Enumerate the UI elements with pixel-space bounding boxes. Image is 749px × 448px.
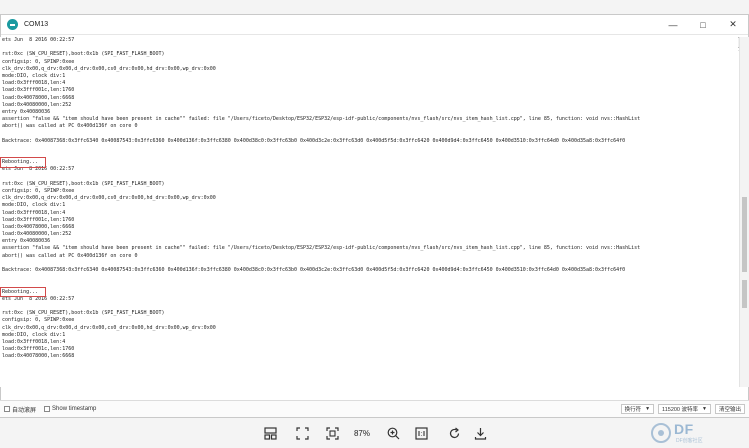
output-line: Backtrace: 0x40087368:0x3ffc6340 0x40087… (2, 137, 626, 144)
reboot-highlight-box (0, 287, 46, 298)
line-ending-value: 换行符 (624, 407, 642, 413)
baud-rate-select[interactable]: 115200 波特率 ▼ (658, 404, 711, 414)
output-line: rst:0xc (SW_CPU_RESET),boot:0x1b (SPI_FA… (2, 310, 165, 317)
output-line: ets Jun 8 2016 00:22:57 (2, 166, 75, 173)
checkbox-icon (44, 406, 51, 412)
window-title: COM13 (24, 21, 49, 28)
output-line: load:0x40078000,len:6668 (2, 223, 75, 230)
watermark-logo: DF DF创客社区 (650, 420, 746, 446)
chevron-down-icon: ▼ (702, 406, 707, 412)
output-line: Rebooting... (2, 159, 39, 166)
output-line: mode:DIO, clock div:1 (2, 72, 66, 79)
fullscreen-icon[interactable] (294, 425, 310, 441)
status-bar: 自动滚屏 Show timestamp 换行符 ▼ 115200 波特率 ▼ 清空输… (0, 400, 749, 417)
scrollbar-thumb-lower[interactable] (742, 280, 747, 308)
clear-output-button[interactable]: 清空输出 (714, 404, 745, 414)
title-bar: COM13 — □ ✕ (1, 15, 748, 35)
output-line: Rebooting... (2, 288, 39, 295)
fit-window-icon[interactable] (324, 425, 340, 441)
output-line: load:0x40078000,len:6668 (2, 353, 75, 360)
rotate-icon[interactable] (446, 425, 462, 441)
output-line: ets Jun 8 2016 00:22:57 (2, 295, 75, 302)
output-line: clk_drv:0x00,q_drv:0x00,d_drv:0x00,cs0_d… (2, 195, 216, 202)
timestamp-checkbox[interactable]: Show timestamp (44, 406, 96, 412)
output-line: Backtrace: 0x40087368:0x3ffc6340 0x40087… (2, 267, 626, 273)
layout-icon[interactable] (262, 425, 278, 441)
checkbox-icon (4, 406, 10, 412)
output-line: load:0x3fff001c,len:1760 (2, 346, 75, 353)
output-line: load:0x3fff0018,len:4 (2, 338, 66, 345)
arduino-icon (7, 19, 18, 30)
output-line: load:0x3fff001c,len:1760 (2, 87, 75, 94)
output-line: load:0x3fff001c,len:1760 (2, 216, 75, 223)
image-viewer-toolbar: 87% (0, 418, 749, 448)
autoscroll-label: 自动滚屏 (12, 407, 37, 414)
output-line: rst:0xc (SW_CPU_RESET),boot:0x1b (SPI_FA… (2, 180, 165, 187)
output-line: rst:0xc (SW_CPU_RESET),boot:0x1b (SPI_FA… (2, 51, 165, 58)
status-selects: 换行符 ▼ 115200 波特率 ▼ 清空输出 (617, 404, 745, 414)
output-line: mode:DIO, clock div:1 (2, 331, 66, 338)
watermark-icon (651, 423, 671, 443)
output-line: entry 0x40080036 (2, 238, 51, 245)
output-line: load:0x40080000,len:252 (2, 101, 72, 108)
output-line: entry 0x40080036 (2, 108, 51, 115)
reboot-highlight-box (0, 157, 46, 168)
autoscroll-checkbox[interactable]: 自动滚屏 (4, 405, 36, 414)
output-line: load:0x3fff0018,len:4 (2, 209, 66, 216)
output-line: configsip: 0, SPIWP:0xee (2, 187, 75, 194)
serial-output[interactable]: ets Jun 8 2016 00:22:57 rst:0xc (SW_CPU_R… (0, 37, 738, 387)
vertical-scrollbar[interactable] (739, 37, 749, 387)
output-line: load:0x3fff0018,len:4 (2, 80, 66, 87)
output-line: configsip: 0, SPIWP:0xee (2, 317, 75, 324)
output-line: mode:DIO, clock div:1 (2, 202, 66, 209)
maximize-icon[interactable]: □ (688, 15, 718, 34)
output-line: ets Jun 8 2016 00:22:57 (2, 37, 75, 43)
output-line: clk_drv:0x00,q_drv:0x00,d_drv:0x00,cs0_d… (2, 65, 216, 72)
scrollbar-thumb-upper[interactable] (742, 197, 747, 272)
chevron-down-icon: ▼ (645, 406, 651, 412)
watermark-big: DF (674, 421, 694, 437)
zoom-in-icon[interactable] (385, 425, 401, 441)
zoom-level: 87% (353, 428, 370, 438)
download-icon[interactable] (472, 425, 488, 441)
watermark-small: DF创客社区 (676, 438, 703, 444)
timestamp-label: Show timestamp (52, 406, 97, 412)
output-line: load:0x40080000,len:252 (2, 231, 72, 238)
close-icon[interactable]: ✕ (718, 15, 748, 34)
output-line: abort() was called at PC 0x400d136f on c… (2, 252, 138, 259)
window-controls: — □ ✕ (658, 15, 748, 34)
output-line: load:0x40078000,len:6668 (2, 94, 75, 101)
output-line: assertion "false && "item should have be… (2, 116, 641, 123)
output-line: configsip: 0, SPIWP:0xee (2, 58, 75, 65)
minimize-icon[interactable]: — (658, 15, 688, 34)
line-ending-select[interactable]: 换行符 ▼ (620, 404, 655, 414)
actual-size-icon[interactable] (413, 425, 429, 441)
output-line: assertion "false && "item should have be… (2, 245, 641, 252)
output-line: clk_drv:0x00,q_drv:0x00,d_drv:0x00,cs0_d… (2, 324, 216, 331)
baud-rate-value: 115200 波特率 (662, 407, 699, 413)
output-line: abort() was called at PC 0x400d136f on c… (2, 123, 138, 130)
